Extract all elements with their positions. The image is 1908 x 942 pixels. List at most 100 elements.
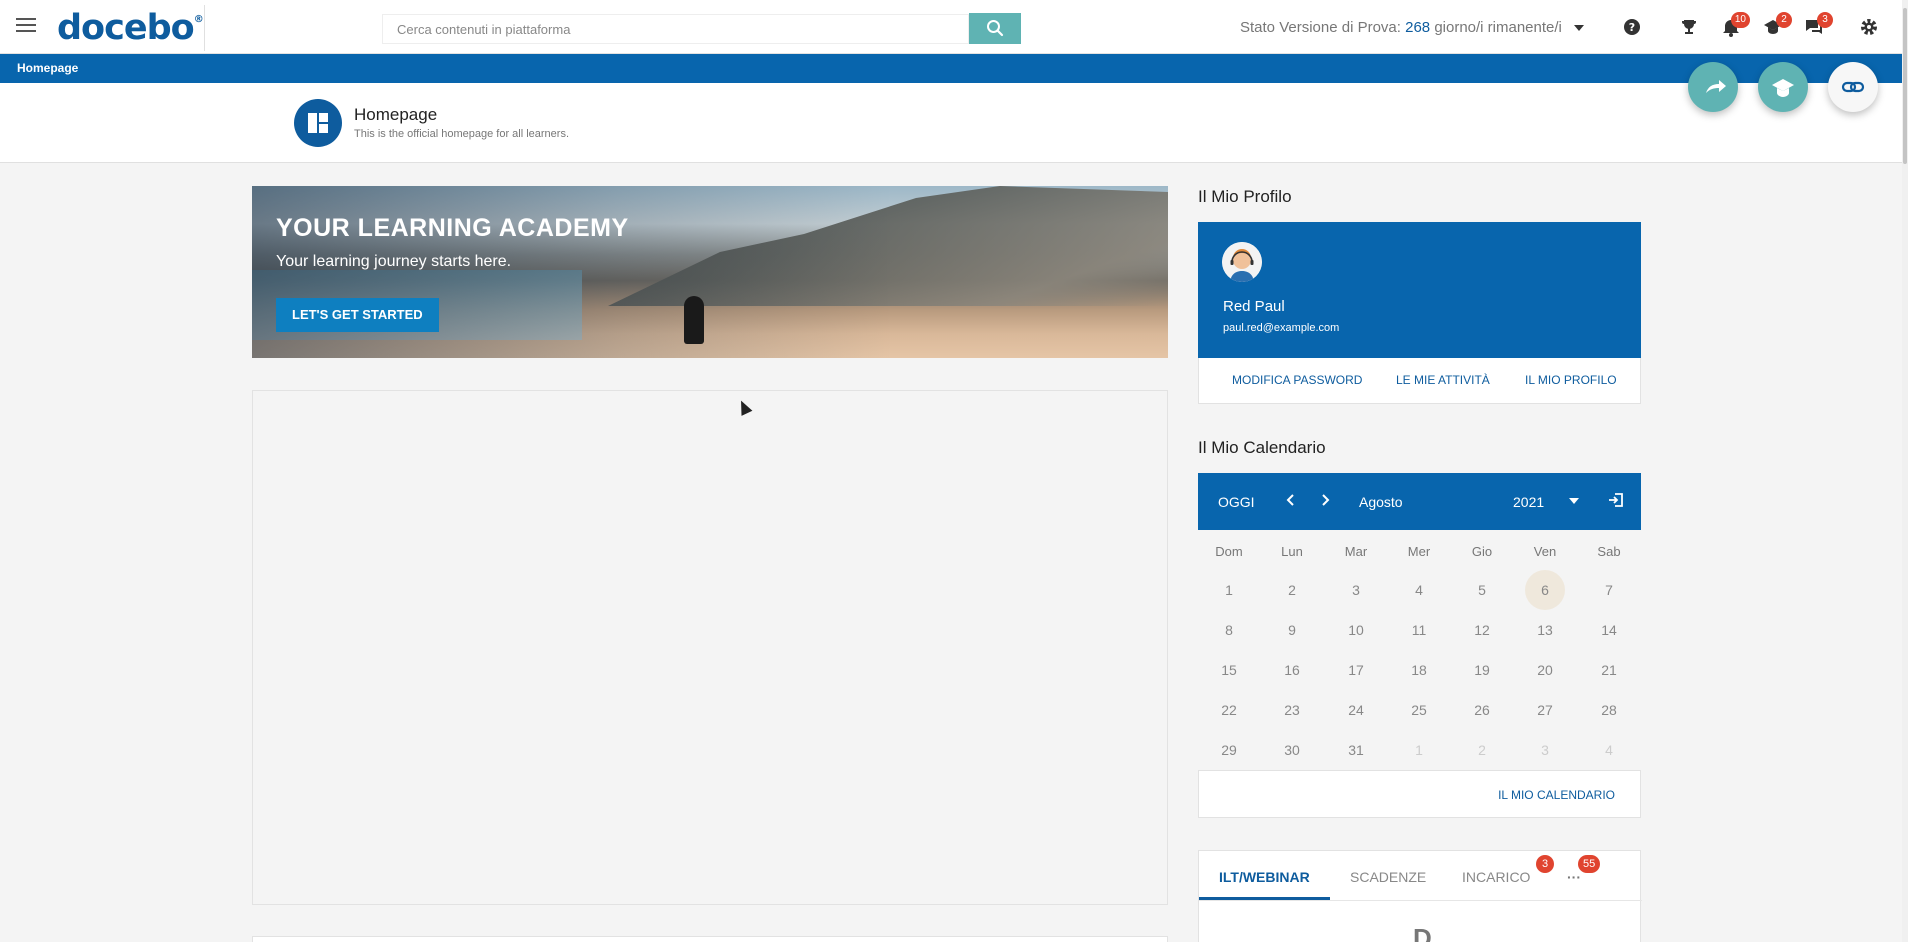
menu-icon[interactable] — [16, 18, 36, 36]
link-button[interactable] — [1828, 62, 1878, 112]
profile-heading: Il Mio Profilo — [1198, 187, 1292, 206]
trophy-icon[interactable] — [1678, 16, 1700, 38]
weekday-label: Dom — [1215, 544, 1243, 559]
chat-icon[interactable]: 3 — [1803, 12, 1833, 38]
weekday-label: Gio — [1471, 544, 1493, 559]
docebo-logo[interactable]: docebo® — [57, 8, 204, 48]
calendar-day[interactable]: 16 — [1272, 650, 1312, 690]
help-icon[interactable]: ? — [1621, 16, 1643, 38]
calendar-day[interactable]: 26 — [1462, 690, 1502, 730]
my-activities-link[interactable]: LE MIE ATTIVITÀ — [1396, 373, 1490, 387]
courses-fab-button[interactable] — [1758, 62, 1808, 112]
trial-label: Stato Versione di Prova: — [1240, 19, 1401, 36]
calendar-day[interactable]: 27 — [1525, 690, 1565, 730]
avatar[interactable] — [1222, 242, 1262, 282]
gear-icon[interactable] — [1858, 16, 1880, 38]
calendar-day[interactable]: 7 — [1589, 570, 1629, 610]
calendar-day[interactable]: 29 — [1209, 730, 1249, 770]
dashboard-icon — [294, 99, 342, 147]
sign-in-icon[interactable] — [1608, 491, 1624, 512]
get-started-button[interactable]: LET'S GET STARTED — [276, 298, 439, 332]
calendar-day-other-month[interactable]: 4 — [1589, 730, 1629, 770]
chevron-right-icon[interactable] — [1319, 490, 1331, 513]
profile-links: MODIFICA PASSWORD LE MIE ATTIVITÀ IL MIO… — [1198, 358, 1641, 404]
banner-person — [684, 296, 704, 344]
calendar-day[interactable]: 17 — [1336, 650, 1376, 690]
calendar-day[interactable]: 18 — [1399, 650, 1439, 690]
calendar-day[interactable]: 5 — [1462, 570, 1502, 610]
tab-content-peek: D — [1413, 923, 1432, 942]
profile-name: Red Paul — [1223, 298, 1285, 315]
weekday-label: Ven — [1533, 544, 1557, 559]
calendar-day-today[interactable]: 6 — [1525, 570, 1565, 610]
calendar-day[interactable]: 23 — [1272, 690, 1312, 730]
next-widget — [252, 936, 1168, 942]
top-bar: docebo® Stato Versione di Prova: 268 gio… — [0, 0, 1902, 54]
tabs-widget: ILT/WEBINAR SCADENZE INCARICO 3 ··· 55 D — [1198, 850, 1642, 942]
share-button[interactable] — [1688, 62, 1738, 112]
calendar-day[interactable]: 13 — [1525, 610, 1565, 650]
calendar-day[interactable]: 11 — [1399, 610, 1439, 650]
logo-divider — [204, 5, 205, 51]
search-button[interactable] — [969, 13, 1021, 44]
calendar-day[interactable]: 15 — [1209, 650, 1249, 690]
graduation-cap-icon[interactable]: 2 — [1762, 12, 1792, 38]
scrollbar-thumb[interactable] — [1903, 8, 1907, 164]
page-title: Homepage — [354, 105, 438, 124]
more-badge: 55 — [1578, 855, 1601, 873]
page-scrollbar[interactable] — [1902, 0, 1908, 942]
calendar-day[interactable]: 2 — [1272, 570, 1312, 610]
weekday-label: Mar — [1344, 544, 1368, 559]
calendar-day[interactable]: 21 — [1589, 650, 1629, 690]
calendar-day[interactable]: 14 — [1589, 610, 1629, 650]
trial-suffix: giorno/i rimanente/i — [1434, 19, 1562, 36]
calendar-heading: Il Mio Calendario — [1198, 438, 1326, 457]
weekday-label: Lun — [1281, 544, 1303, 559]
page-header: Homepage This is the official homepage f… — [0, 83, 1902, 163]
calendar-day[interactable]: 10 — [1336, 610, 1376, 650]
calendar-day-other-month[interactable]: 1 — [1399, 730, 1439, 770]
tab-ilt-webinar[interactable]: ILT/WEBINAR — [1219, 869, 1310, 885]
tab-assignment[interactable]: INCARICO — [1462, 869, 1530, 885]
calendar-day[interactable]: 4 — [1399, 570, 1439, 610]
calendar-toolbar: OGGI Agosto 2021 — [1198, 473, 1641, 530]
calendar-year[interactable]: 2021 — [1513, 494, 1544, 510]
search-icon — [987, 20, 1004, 37]
notifications-badge: 10 — [1730, 12, 1750, 28]
calendar-day[interactable]: 24 — [1336, 690, 1376, 730]
calendar-day[interactable]: 20 — [1525, 650, 1565, 690]
calendar-month[interactable]: Agosto — [1359, 494, 1403, 510]
calendar-footer: IL MIO CALENDARIO — [1198, 770, 1641, 818]
calendar-day-other-month[interactable]: 3 — [1525, 730, 1565, 770]
courses-badge: 2 — [1776, 12, 1792, 28]
change-password-link[interactable]: MODIFICA PASSWORD — [1232, 373, 1362, 387]
calendar-day[interactable]: 25 — [1399, 690, 1439, 730]
calendar-day[interactable]: 1 — [1209, 570, 1249, 610]
search-input[interactable] — [382, 14, 969, 44]
calendar-day[interactable]: 8 — [1209, 610, 1249, 650]
chevron-down-icon[interactable] — [1568, 491, 1580, 514]
calendar-day[interactable]: 22 — [1209, 690, 1249, 730]
breadcrumb-item-homepage[interactable]: Homepage — [17, 61, 78, 75]
bell-icon[interactable]: 10 — [1720, 12, 1750, 38]
today-button[interactable]: OGGI — [1218, 494, 1255, 510]
tabs-divider — [1199, 900, 1642, 901]
calendar-day[interactable]: 19 — [1462, 650, 1502, 690]
tab-deadlines[interactable]: SCADENZE — [1350, 869, 1426, 885]
calendar-day[interactable]: 3 — [1336, 570, 1376, 610]
calendar-day-other-month[interactable]: 2 — [1462, 730, 1502, 770]
my-profile-link[interactable]: IL MIO PROFILO — [1525, 373, 1617, 387]
banner-title: YOUR LEARNING ACADEMY — [276, 214, 629, 242]
tab-more[interactable]: ··· — [1567, 869, 1581, 885]
calendar-day[interactable]: 28 — [1589, 690, 1629, 730]
calendar-day[interactable]: 9 — [1272, 610, 1312, 650]
weekday-label: Mer — [1407, 544, 1431, 559]
profile-email: paul.red@example.com — [1223, 322, 1340, 334]
calendar-day[interactable]: 12 — [1462, 610, 1502, 650]
trial-status[interactable]: Stato Versione di Prova: 268 giorno/i ri… — [1240, 19, 1585, 36]
calendar-day[interactable]: 31 — [1336, 730, 1376, 770]
my-calendar-link[interactable]: IL MIO CALENDARIO — [1498, 788, 1615, 802]
chevron-left-icon[interactable] — [1285, 490, 1297, 513]
calendar-day[interactable]: 30 — [1272, 730, 1312, 770]
hero-banner: YOUR LEARNING ACADEMY Your learning jour… — [252, 186, 1168, 358]
